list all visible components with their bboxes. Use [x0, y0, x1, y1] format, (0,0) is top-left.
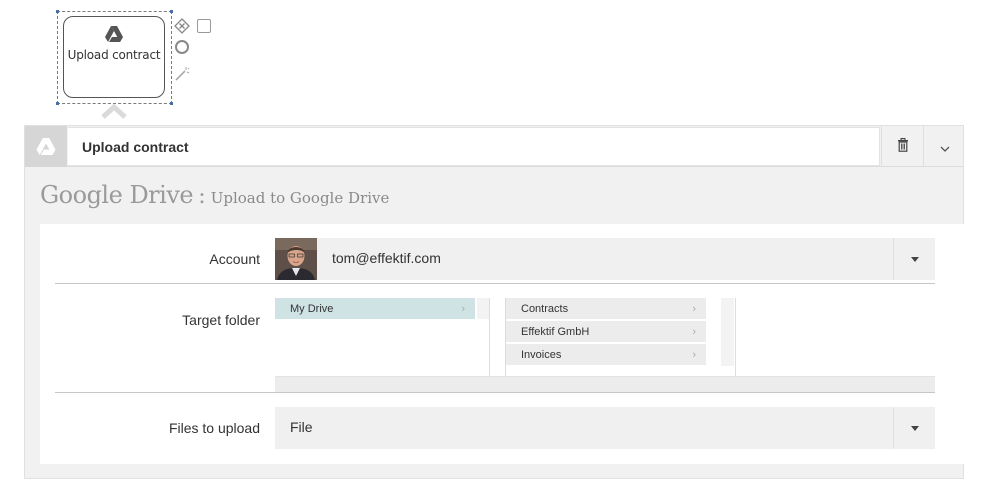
folder-column-my-drive: Contracts › Effektif GmbH › Invoices ›: [506, 298, 736, 378]
account-email: tom@effektif.com: [332, 250, 441, 266]
folder-column-root: My Drive ›: [275, 298, 490, 378]
folder-name: Contracts: [521, 302, 569, 315]
account-dropdown-arrow[interactable]: [893, 238, 935, 280]
chevron-right-icon: ›: [692, 302, 696, 315]
trash-icon: [897, 137, 909, 156]
exclusive-gateway-icon[interactable]: [174, 18, 190, 34]
panel-header: [25, 126, 963, 167]
chevron-right-icon: ›: [692, 348, 696, 361]
folder-item-contracts[interactable]: Contracts ›: [506, 298, 706, 319]
google-drive-icon: [104, 25, 124, 43]
activity-name-input[interactable]: [68, 127, 880, 166]
panel-menu-button[interactable]: [923, 126, 965, 167]
activity-form: Account tom@effektif.com Target folder M…: [40, 224, 965, 464]
action-name: Upload to Google Drive: [210, 189, 390, 207]
column-scrollbar[interactable]: [477, 298, 489, 319]
caret-down-icon: [910, 256, 919, 262]
properties-panel: Google Drive : Upload to Google Drive Ac…: [24, 125, 965, 479]
panel-title: Google Drive : Upload to Google Drive: [40, 181, 389, 209]
folder-item-my-drive[interactable]: My Drive ›: [275, 298, 475, 319]
delete-button[interactable]: [881, 126, 923, 167]
annotation-icon[interactable]: [197, 19, 211, 33]
folder-name: My Drive: [290, 302, 334, 315]
account-select[interactable]: tom@effektif.com: [275, 238, 935, 280]
account-label: Account: [209, 251, 260, 267]
files-to-upload-label: Files to upload: [168, 420, 260, 436]
selection-handle[interactable]: [170, 102, 173, 105]
folder-item-effektif-gmbh[interactable]: Effektif GmbH ›: [506, 321, 706, 342]
end-event-icon[interactable]: [175, 40, 189, 54]
folder-item-invoices[interactable]: Invoices ›: [506, 344, 706, 365]
selection-handle[interactable]: [56, 10, 59, 13]
google-drive-icon: [25, 126, 67, 167]
avatar: [275, 238, 317, 280]
files-dropdown-arrow[interactable]: [893, 407, 935, 449]
chevron-down-icon: [940, 137, 950, 156]
folder-browser-scrollbar[interactable]: [275, 376, 935, 392]
title-separator: :: [198, 184, 206, 209]
field-divider: [55, 392, 935, 393]
task-node-upload-contract[interactable]: Upload contract: [63, 16, 165, 98]
files-to-upload-value: File: [290, 419, 313, 435]
target-folder-label: Target folder: [182, 312, 260, 328]
folder-name: Invoices: [521, 348, 562, 361]
folder-browser: My Drive › Contracts › Effektif GmbH › I…: [275, 298, 935, 392]
selection-handle[interactable]: [56, 102, 59, 105]
column-scrollbar[interactable]: [721, 298, 734, 366]
connect-wand-icon[interactable]: [174, 66, 190, 82]
service-name: Google Drive: [40, 181, 194, 209]
chevron-right-icon: ›: [692, 325, 696, 338]
files-to-upload-select[interactable]: File: [275, 407, 935, 449]
caret-down-icon: [910, 425, 919, 431]
chevron-right-icon: ›: [461, 302, 465, 315]
task-node-label: Upload contract: [67, 48, 161, 62]
panel-pointer-icon: [100, 103, 128, 123]
selection-handle[interactable]: [170, 10, 173, 13]
field-divider: [55, 283, 935, 284]
folder-name: Effektif GmbH: [521, 325, 590, 338]
